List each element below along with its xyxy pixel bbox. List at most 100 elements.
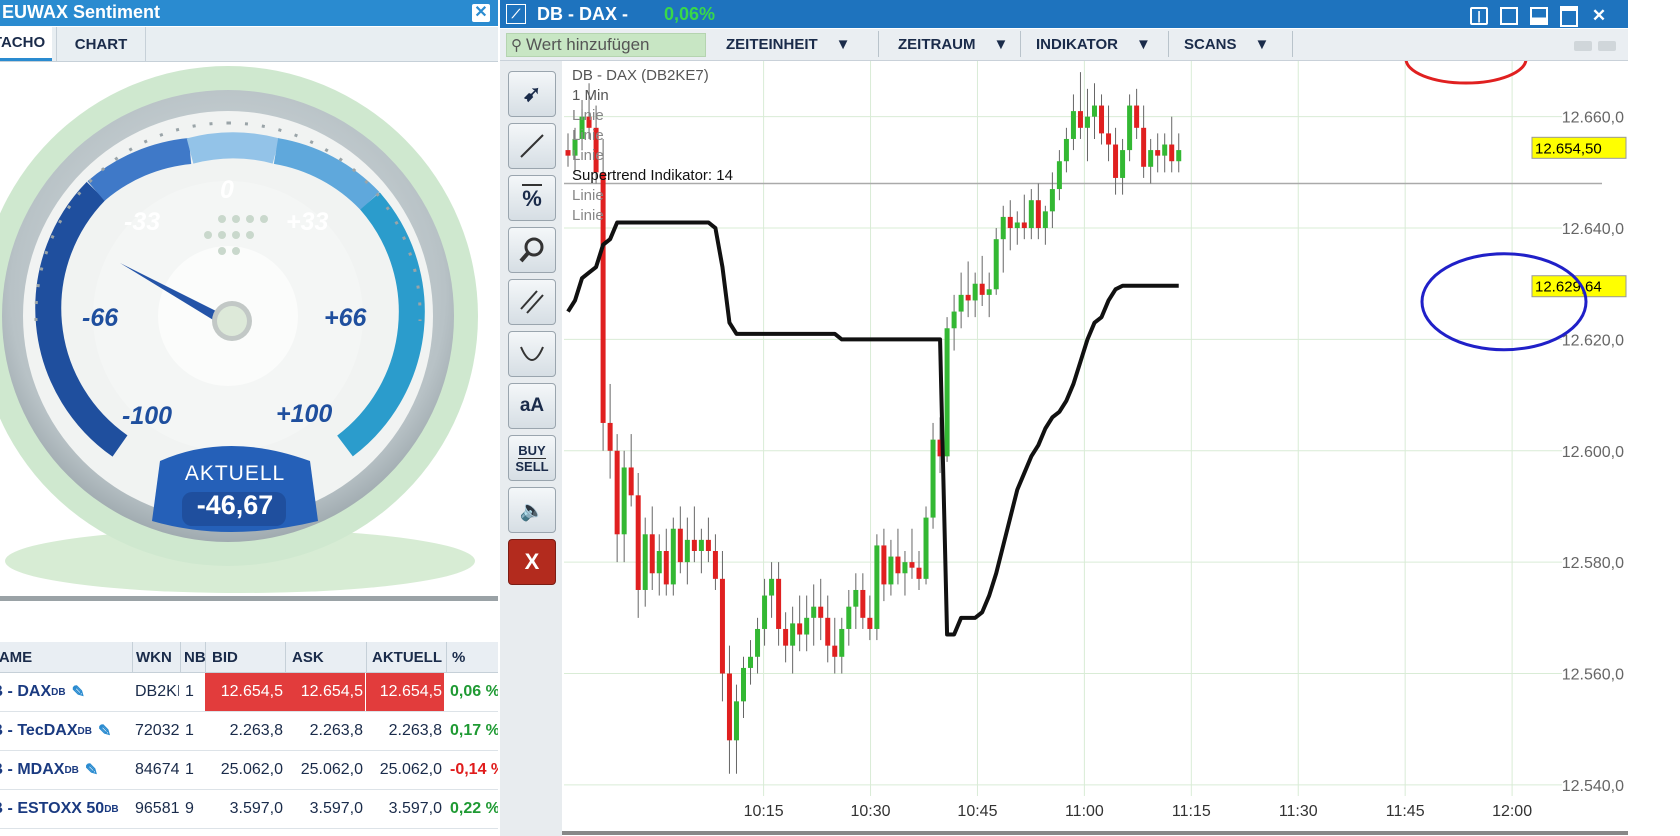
- candle-body: [804, 617, 810, 635]
- candle-body: [705, 539, 711, 551]
- info-icon[interactable]: |: [1468, 6, 1490, 26]
- row-name[interactable]: DB - DAXDB ✎: [0, 673, 122, 711]
- arc-tool[interactable]: [508, 331, 556, 377]
- legend-line[interactable]: Linie: [572, 106, 733, 126]
- chevron-down-icon: ▼: [1254, 35, 1270, 53]
- legend-line[interactable]: Linie: [572, 126, 733, 146]
- sentiment-title: EUWAX Sentiment: [2, 2, 161, 22]
- col-bid[interactable]: BID: [205, 642, 286, 672]
- select-tool[interactable]: ➹: [508, 71, 556, 117]
- candle-body: [663, 551, 669, 585]
- x-tick-label: 10:30: [851, 803, 891, 820]
- close-chart-icon[interactable]: ✕: [1588, 6, 1610, 26]
- candle-body: [628, 467, 634, 496]
- line-icon: [520, 134, 544, 158]
- candle-body: [923, 517, 929, 579]
- restore-icon[interactable]: [1498, 6, 1520, 26]
- candle-body: [832, 645, 838, 657]
- table-row[interactable]: DB - MDAXDB✎84674125.062,025.062,025.062…: [0, 751, 498, 790]
- col-aktuell[interactable]: AKTUELL: [366, 642, 448, 672]
- text-tool[interactable]: aA: [508, 383, 556, 429]
- candle-body: [797, 623, 803, 635]
- tab-tacho[interactable]: TACHO: [0, 27, 52, 61]
- y-tick-label: 12.540,0: [1562, 778, 1624, 795]
- percent-tool[interactable]: %: [508, 175, 556, 221]
- candle-body: [916, 567, 922, 579]
- col-name[interactable]: NAME: [0, 642, 128, 672]
- row-ask[interactable]: 2.263,8: [285, 712, 365, 750]
- collapse-icon[interactable]: [1574, 41, 1592, 51]
- legend-line[interactable]: Linie: [572, 206, 733, 226]
- row-wkn: DB2KI: [135, 683, 179, 700]
- table-row[interactable]: DB - ESTOXX 50DB✎9658193.597,03.597,03.5…: [0, 790, 498, 829]
- col-wkn[interactable]: WKN: [132, 642, 180, 672]
- drawing-toolbar: ➹ % aA BUY SELL 🔈 X: [500, 61, 563, 836]
- table-row[interactable]: DB - DAXDB✎DB2KI112.654,512.654,512.654,…: [0, 673, 498, 712]
- row-ask[interactable]: 12.654,5: [285, 673, 365, 711]
- zoom-tool[interactable]: [508, 227, 556, 273]
- col-nb[interactable]: NB: [180, 642, 208, 672]
- row-ask[interactable]: 3.597,0: [285, 790, 365, 828]
- col-pct[interactable]: %: [446, 642, 502, 672]
- candle-body: [1035, 200, 1041, 229]
- candle-body: [930, 439, 936, 518]
- minimize-icon[interactable]: [1528, 6, 1550, 26]
- legend-indicator[interactable]: Supertrend Indikator: 14: [572, 166, 733, 186]
- tab-chart[interactable]: CHART: [56, 27, 146, 61]
- y-tick-label: 12.640,0: [1562, 221, 1624, 238]
- candle-body: [1063, 138, 1069, 162]
- chart-legend: DB - DAX (DB2KE7) 1 Min Linie Linie Lini…: [572, 66, 733, 226]
- row-ask[interactable]: 25.062,0: [285, 751, 365, 789]
- candle-body: [748, 656, 754, 668]
- pencil-icon[interactable]: ✎: [98, 721, 111, 741]
- row-aktuell: 3.597,0: [388, 800, 442, 817]
- candle-body: [691, 539, 697, 551]
- table-row[interactable]: DB - TecDAXDB✎7203212.263,82.263,82.263,…: [0, 712, 498, 751]
- pencil-icon[interactable]: ✎: [85, 760, 98, 780]
- arc-icon: [520, 346, 544, 361]
- chart-window: ⟋ DB - DAX - 0,06% | ✕ ⚲ Wert hinzufügen…: [500, 0, 1628, 836]
- maximize-icon[interactable]: [1558, 5, 1580, 27]
- legend-line[interactable]: Linie: [572, 146, 733, 166]
- search-input[interactable]: ⚲ Wert hinzufügen: [506, 33, 706, 57]
- chevron-down-icon: ▼: [835, 35, 851, 53]
- buy-sell-tool[interactable]: BUY SELL: [508, 435, 556, 481]
- candle-body: [993, 239, 999, 290]
- chevron-down-icon: ▼: [993, 35, 1009, 53]
- x-tick-label: 10:45: [957, 803, 997, 820]
- gauge-label-plus100: +100: [276, 400, 333, 428]
- row-name[interactable]: DB - ESTOXX 50DB✎: [0, 790, 122, 828]
- close-icon[interactable]: ✕: [472, 4, 490, 22]
- row-bid[interactable]: 3.597,0: [205, 790, 285, 828]
- menu-indikator[interactable]: INDIKATOR ▼: [1036, 29, 1151, 59]
- row-aktuell: 25.062,0: [379, 761, 442, 778]
- row-name-sup: DB: [64, 764, 79, 776]
- chart-window-icon: ⟋: [506, 4, 526, 24]
- legend-line[interactable]: Linie: [572, 186, 733, 206]
- row-name-text: DB - TecDAX: [0, 722, 78, 739]
- row-name[interactable]: DB - MDAXDB ✎: [0, 751, 122, 789]
- pencil-icon[interactable]: ✎: [72, 682, 85, 702]
- menu-zeiteinheit[interactable]: ZEITEINHEIT ▼: [726, 29, 851, 59]
- chevron-down-icon: ▼: [1135, 35, 1151, 53]
- expand-icon[interactable]: [1598, 41, 1616, 51]
- candle-body: [1120, 150, 1126, 178]
- candle-body: [1127, 105, 1133, 151]
- row-bid[interactable]: 2.263,8: [205, 712, 285, 750]
- menu-zeitraum[interactable]: ZEITRAUM ▼: [898, 29, 1008, 59]
- delete-tool[interactable]: X: [508, 539, 556, 585]
- parallel-tool[interactable]: [508, 279, 556, 325]
- candle-body: [769, 578, 775, 596]
- parallel-lines-icon: [520, 290, 544, 314]
- row-bid[interactable]: 25.062,0: [205, 751, 285, 789]
- line-tool[interactable]: [508, 123, 556, 169]
- candle-body: [776, 578, 782, 629]
- row-name[interactable]: DB - TecDAXDB ✎: [0, 712, 122, 750]
- col-ask[interactable]: ASK: [285, 642, 366, 672]
- sound-tool[interactable]: 🔈: [508, 487, 556, 533]
- candle-body: [1148, 150, 1154, 167]
- row-bid[interactable]: 12.654,5: [205, 673, 285, 711]
- candle-body: [649, 534, 655, 574]
- menu-scans[interactable]: SCANS ▼: [1184, 29, 1269, 59]
- row-wkn: 96581: [135, 800, 179, 817]
